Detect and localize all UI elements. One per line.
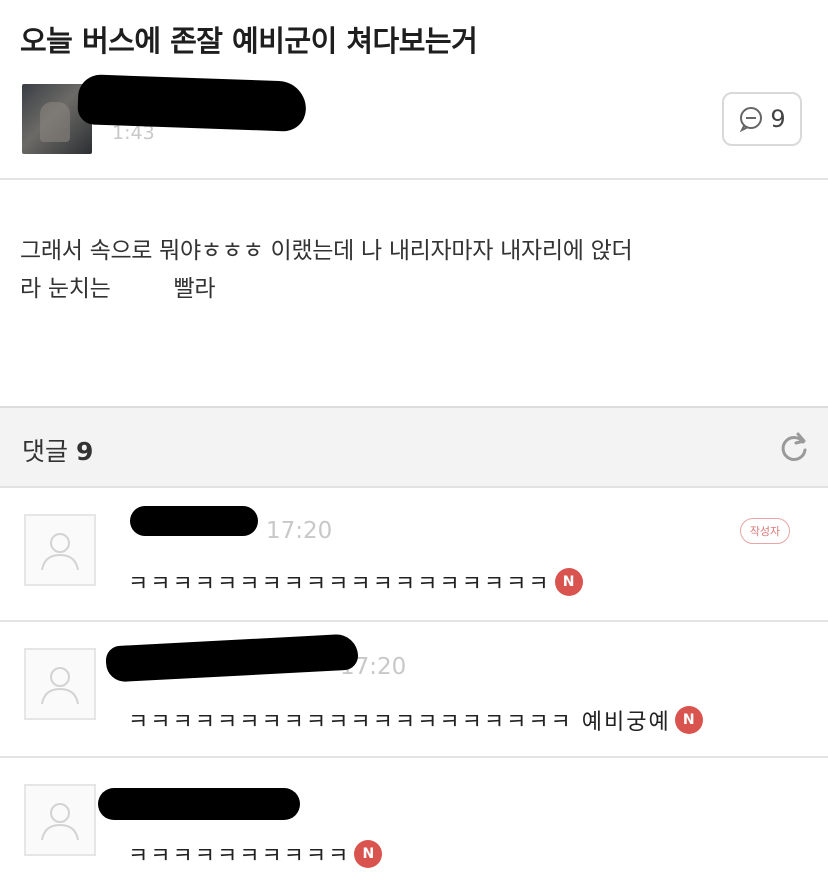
comment-text: ㅋㅋㅋㅋㅋㅋㅋㅋㅋㅋㅋㅋㅋㅋㅋㅋㅋㅋㅋㅋ 예비궁예 N bbox=[128, 704, 703, 736]
comment-bubble-icon bbox=[740, 107, 763, 132]
comment-time: 17:20 bbox=[266, 518, 333, 544]
comment-text-content: ㅋㅋㅋㅋㅋㅋㅋㅋㅋㅋ bbox=[128, 844, 351, 869]
comment-item: 17:20 ㅋㅋㅋㅋㅋㅋㅋㅋㅋㅋㅋㅋㅋㅋㅋㅋㅋㅋㅋ N bbox=[0, 490, 828, 620]
header-divider bbox=[0, 178, 828, 180]
comment-avatar[interactable] bbox=[24, 514, 96, 586]
new-badge-icon: N bbox=[674, 706, 703, 734]
comment-count: 9 bbox=[770, 105, 786, 133]
comment-text: ㅋㅋㅋㅋㅋㅋㅋㅋㅋㅋ N bbox=[128, 838, 383, 870]
post-body: 그래서 속으로 뭐야ㅎㅎㅎ 이랬는데 나 내리자마자 내자리에 앉더 라 눈치는… bbox=[20, 232, 810, 308]
user-placeholder-icon bbox=[41, 667, 79, 705]
redacted-commenter-name bbox=[130, 506, 258, 536]
post-title: 오늘 버스에 존잘 예비군이 쳐다보는거 bbox=[20, 24, 478, 58]
post-header: 오늘 버스에 존잘 예비군이 쳐다보는거 1:43 9 bbox=[0, 0, 828, 180]
new-badge-icon: N bbox=[354, 840, 383, 868]
comments-heading: 댓글 9 bbox=[22, 432, 93, 468]
post-body-line-1: 그래서 속으로 뭐야ㅎㅎㅎ 이랬는데 나 내리자마자 내자리에 앉더 bbox=[20, 238, 633, 264]
user-placeholder-icon bbox=[41, 533, 79, 571]
new-badge-icon: N bbox=[554, 568, 583, 596]
comment-item: 17:20 ㅋㅋㅋㅋㅋㅋㅋㅋㅋㅋㅋㅋㅋㅋㅋㅋㅋㅋㅋㅋ 예비궁예 N bbox=[0, 622, 828, 756]
comments-label: 댓글 bbox=[22, 437, 69, 466]
comment-text-content: ㅋㅋㅋㅋㅋㅋㅋㅋㅋㅋㅋㅋㅋㅋㅋㅋㅋㅋㅋ bbox=[128, 572, 551, 597]
comment-avatar[interactable] bbox=[24, 648, 96, 720]
comments-header-bar: 댓글 9 bbox=[0, 406, 828, 488]
refresh-icon[interactable] bbox=[776, 430, 812, 466]
writer-badge: 작성자 bbox=[740, 518, 790, 544]
redacted-author-name bbox=[77, 74, 307, 132]
user-placeholder-icon bbox=[41, 803, 79, 841]
comment-count-button[interactable]: 9 bbox=[722, 92, 802, 146]
post-body-line-2: 라 눈치는 빨라 bbox=[20, 276, 216, 302]
comments-count: 9 bbox=[76, 437, 94, 466]
comment-text-content: ㅋㅋㅋㅋㅋㅋㅋㅋㅋㅋㅋㅋㅋㅋㅋㅋㅋㅋㅋㅋ 예비궁예 bbox=[128, 710, 671, 735]
redacted-commenter-name bbox=[98, 788, 300, 820]
comment-avatar[interactable] bbox=[24, 784, 96, 856]
comment-text: ㅋㅋㅋㅋㅋㅋㅋㅋㅋㅋㅋㅋㅋㅋㅋㅋㅋㅋㅋ N bbox=[128, 566, 583, 598]
